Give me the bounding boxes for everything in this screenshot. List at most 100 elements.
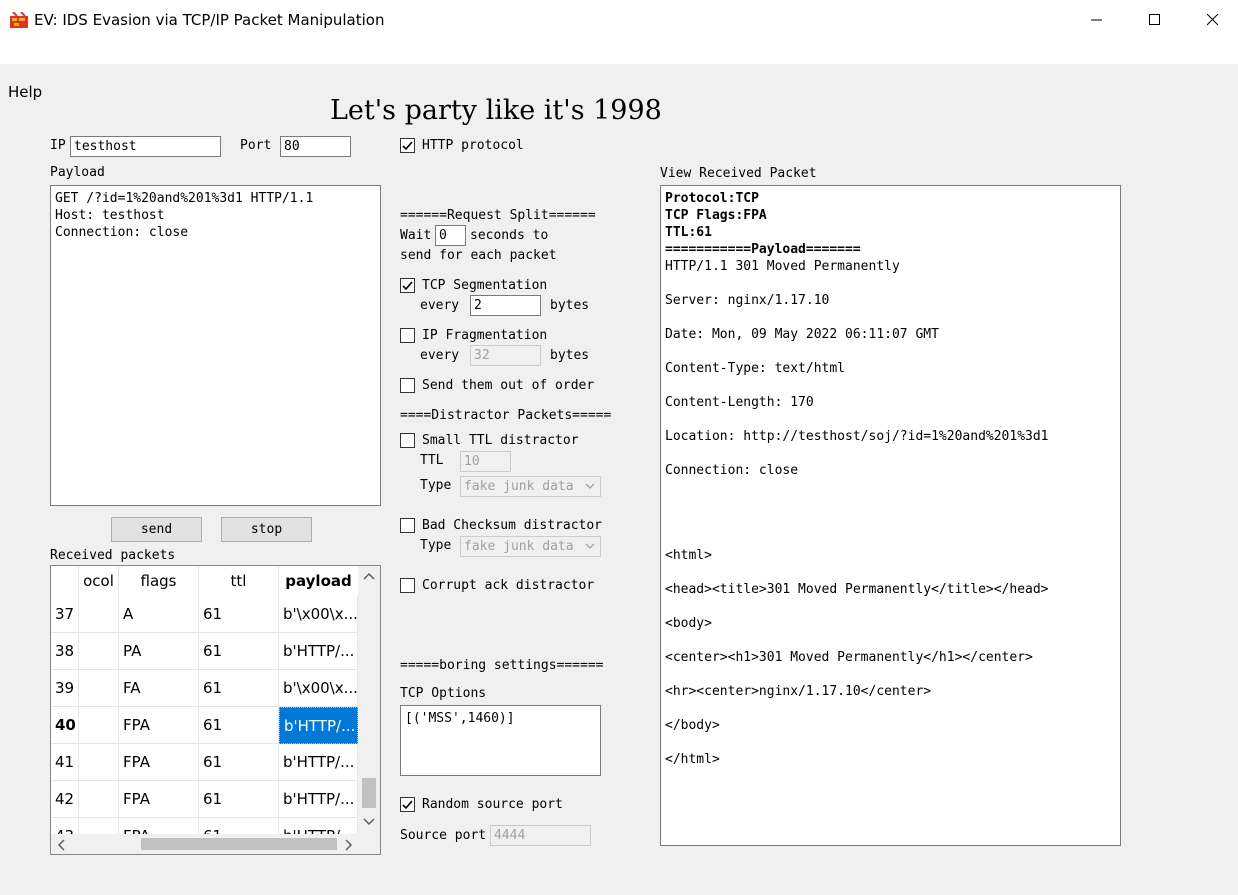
maximize-button[interactable] xyxy=(1126,0,1184,40)
tcp-segmentation-label: TCP Segmentation xyxy=(422,278,548,293)
ip-fragmentation-checkbox[interactable] xyxy=(400,328,415,343)
minimize-button[interactable] xyxy=(1068,0,1126,40)
small-ttl-type-value: fake junk data xyxy=(464,479,574,494)
tcp-options-textarea[interactable]: [('MSS',1460)] xyxy=(400,705,601,776)
checkmark-icon xyxy=(402,141,413,151)
row-protocol xyxy=(79,670,119,707)
payload-textarea[interactable]: GET /?id=1%20and%201%3d1 HTTP/1.1 Host: … xyxy=(50,185,381,506)
source-port-input[interactable]: 4444 xyxy=(490,825,591,846)
table-row[interactable]: 42 FPA 61 b'HTTP/... xyxy=(51,781,358,818)
horizontal-scrollbar[interactable] xyxy=(51,834,360,854)
payload-line xyxy=(665,445,1116,462)
payload-line: HTTP/1.1 301 Moved Permanently xyxy=(665,259,900,274)
payload-line: Date: Mon, 09 May 2022 06:11:07 GMT xyxy=(665,327,939,342)
vertical-scroll-thumb[interactable] xyxy=(362,778,376,808)
payload-label: Payload xyxy=(50,165,105,180)
ip-frag-every-label: every xyxy=(420,348,460,363)
source-port-label: Source port xyxy=(400,828,487,843)
payload-line: Content-Type: text/html xyxy=(665,361,846,376)
view-packet-label: View Received Packet xyxy=(660,166,817,181)
packet-flags: TCP Flags:FPA xyxy=(665,208,767,223)
scroll-down-icon[interactable] xyxy=(363,818,375,826)
port-label: Port xyxy=(240,138,272,153)
bad-checksum-type-select[interactable]: fake junk data xyxy=(460,536,601,557)
row-ttl: 61 xyxy=(199,744,279,781)
table-row[interactable]: 41 FPA 61 b'HTTP/... xyxy=(51,744,358,781)
small-ttl-input[interactable]: 10 xyxy=(460,451,511,472)
corrupt-ack-checkbox[interactable] xyxy=(400,578,415,593)
payload-line xyxy=(665,411,1116,428)
chevron-down-icon xyxy=(585,483,595,489)
bad-checksum-type-value: fake junk data xyxy=(464,539,574,554)
close-button[interactable] xyxy=(1184,0,1238,40)
payload-line xyxy=(665,343,1116,360)
small-ttl-label: Small TTL distractor xyxy=(422,433,579,448)
small-ttl-type-select[interactable]: fake junk data xyxy=(460,476,601,497)
menu-bar: Help xyxy=(0,40,1238,101)
ip-label: IP xyxy=(50,138,66,153)
row-payload: b'\x00\x... xyxy=(279,596,358,633)
out-of-order-checkbox[interactable] xyxy=(400,378,415,393)
ip-input[interactable]: testhost xyxy=(70,136,221,157)
row-payload: b'HTTP/... xyxy=(279,781,358,818)
menu-help[interactable]: Help xyxy=(8,83,42,101)
scroll-right-icon[interactable] xyxy=(345,839,353,851)
payload-line xyxy=(665,377,1116,394)
row-payload: b'\x00\x... xyxy=(279,670,358,707)
received-packets-table[interactable]: ocol flags ttl payload 37 A 61 b'\x00\x... 3… xyxy=(50,565,381,855)
stop-button[interactable]: stop xyxy=(221,517,312,542)
payload-line xyxy=(665,309,1116,326)
bad-checksum-checkbox[interactable] xyxy=(400,518,415,533)
col-ttl-header[interactable]: ttl xyxy=(199,566,279,596)
payload-line xyxy=(665,700,1116,717)
row-ttl: 61 xyxy=(199,633,279,670)
ip-frag-bytes-input[interactable]: 32 xyxy=(470,345,541,366)
app-icon xyxy=(10,12,28,28)
send-each-label: send for each packet xyxy=(400,248,557,263)
window-title: EV: IDS Evasion via TCP/IP Packet Manipu… xyxy=(34,11,385,29)
tcp-segmentation-checkbox[interactable] xyxy=(400,278,415,293)
send-button[interactable]: send xyxy=(111,517,202,542)
row-ttl: 61 xyxy=(199,596,279,633)
row-protocol xyxy=(79,707,119,744)
row-protocol xyxy=(79,596,119,633)
payload-line xyxy=(665,496,1116,513)
table-row[interactable]: 38 PA 61 b'HTTP/... xyxy=(51,633,358,670)
scroll-left-icon[interactable] xyxy=(57,839,65,851)
vertical-scrollbar[interactable] xyxy=(358,566,380,835)
col-flags-header[interactable]: flags xyxy=(119,566,199,596)
http-protocol-checkbox[interactable] xyxy=(400,138,415,153)
col-payload-header[interactable]: payload xyxy=(279,566,358,596)
payload-line: <head><title>301 Moved Permanently</titl… xyxy=(665,582,1049,597)
table-row[interactable]: 39 FA 61 b'\x00\x... xyxy=(51,670,358,707)
port-input[interactable]: 80 xyxy=(280,136,351,157)
row-payload: b'HTTP/... xyxy=(279,633,358,670)
tcp-options-label: TCP Options xyxy=(400,686,487,701)
payload-line: Location: http://testhost/soj/?id=1%20an… xyxy=(665,429,1049,444)
row-flags: FA xyxy=(119,670,199,707)
small-ttl-checkbox[interactable] xyxy=(400,433,415,448)
view-packet-textarea[interactable]: Protocol:TCP TCP Flags:FPA TTL:61 ======… xyxy=(660,185,1121,846)
row-flags: FPA xyxy=(119,744,199,781)
col-id-header xyxy=(51,566,79,596)
tcp-seg-bytes-input[interactable]: 2 xyxy=(470,295,541,316)
payload-line: Connection: close xyxy=(665,463,799,478)
payload-line xyxy=(665,734,1116,751)
title-bar: EV: IDS Evasion via TCP/IP Packet Manipu… xyxy=(0,0,1238,40)
col-protocol-header[interactable]: ocol xyxy=(79,566,119,596)
boring-settings-header: =====boring settings====== xyxy=(400,658,604,673)
scroll-up-icon[interactable] xyxy=(363,572,375,580)
random-source-port-checkbox[interactable] xyxy=(400,797,415,812)
horizontal-scroll-thumb[interactable] xyxy=(141,838,337,850)
wait-input[interactable]: 0 xyxy=(435,225,466,246)
payload-line xyxy=(665,666,1116,683)
table-row[interactable]: 40 FPA 61 b'HTTP/... xyxy=(51,707,358,744)
corrupt-ack-label: Corrupt ack distractor xyxy=(422,578,595,593)
payload-line xyxy=(665,598,1116,615)
payload-line xyxy=(665,632,1116,649)
distractor-header: ====Distractor Packets===== xyxy=(400,408,612,423)
table-row[interactable]: 37 A 61 b'\x00\x... xyxy=(51,596,358,633)
out-of-order-label: Send them out of order xyxy=(422,378,595,393)
row-id: 42 xyxy=(51,781,79,818)
row-ttl: 61 xyxy=(199,670,279,707)
